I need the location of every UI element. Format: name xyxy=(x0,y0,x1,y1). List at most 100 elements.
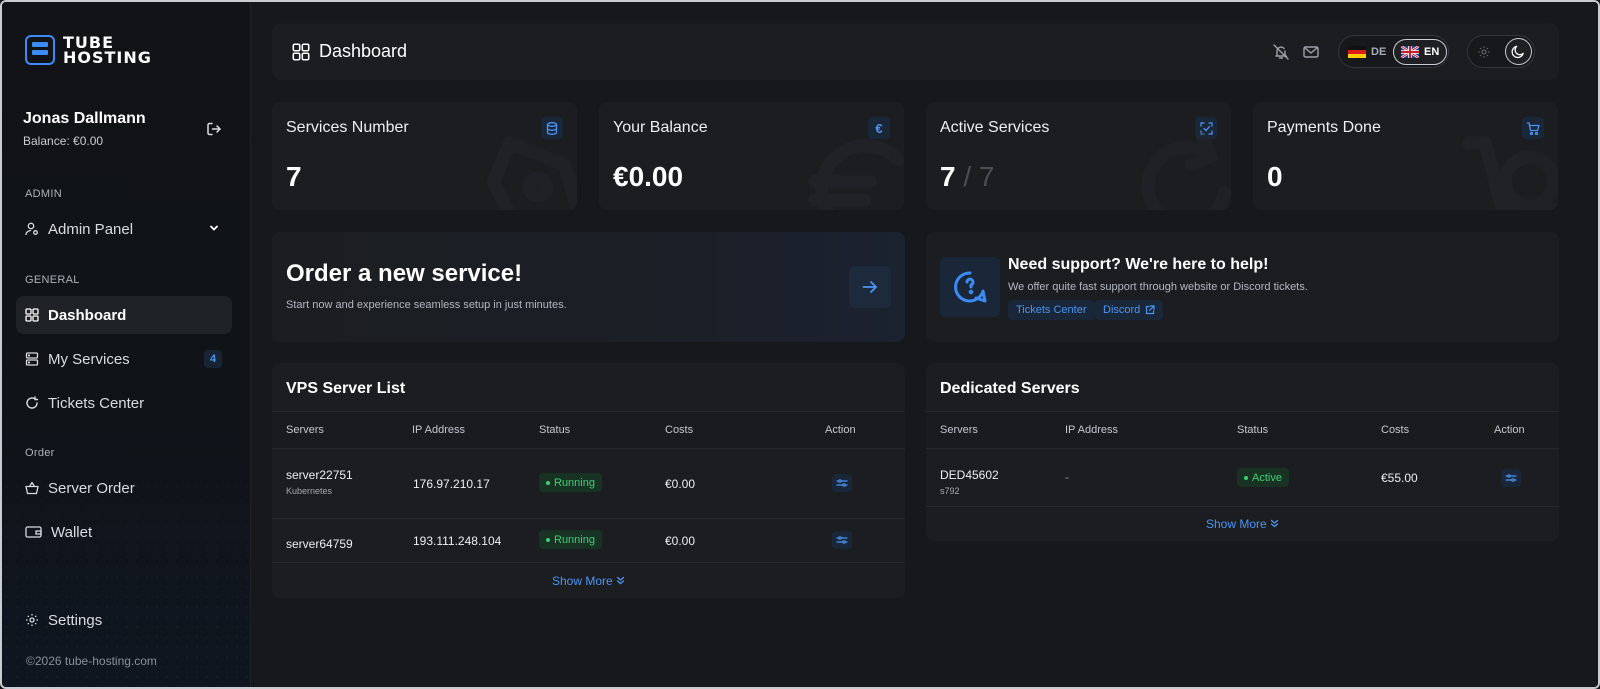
lang-option-en[interactable]: EN xyxy=(1393,39,1448,65)
section-label-admin: ADMIN xyxy=(25,188,62,200)
order-subtitle: Start now and experience seamless setup … xyxy=(286,299,567,311)
external-link-icon xyxy=(1146,305,1155,315)
brand-line-2: HOSTING xyxy=(63,48,152,67)
order-arrow-button[interactable] xyxy=(849,266,891,308)
gear-icon xyxy=(26,614,38,626)
lang-option-de[interactable]: DE xyxy=(1341,39,1393,65)
grid-icon xyxy=(25,308,39,322)
server-ip: 176.97.210.17 xyxy=(413,477,490,491)
server-ip: - xyxy=(1065,470,1069,484)
sidebar-item-server-order[interactable]: Server Order xyxy=(16,469,232,507)
active-count: 7 xyxy=(940,161,956,192)
server-logo-icon xyxy=(25,35,55,65)
cart-watermark-icon xyxy=(1462,136,1558,210)
dedicated-show-more-link[interactable]: Show More xyxy=(926,517,1559,531)
column-header: IP Address xyxy=(412,424,465,436)
server-name: DED45602 xyxy=(940,468,999,482)
sidebar-item-dashboard[interactable]: Dashboard xyxy=(16,296,232,334)
server-cost: €55.00 xyxy=(1381,471,1418,485)
chat-question-icon xyxy=(940,257,1000,317)
server-settings-button[interactable] xyxy=(832,474,852,492)
sidebar-item-label: Settings xyxy=(48,611,103,629)
app-window: TUBE HOSTING Jonas Dallmann Balance: €0.… xyxy=(0,0,1600,689)
column-header: Status xyxy=(539,424,571,436)
column-header: Status xyxy=(1237,424,1269,436)
server-settings-button[interactable] xyxy=(1501,469,1521,487)
refresh-icon xyxy=(26,396,39,409)
status-badge: Running xyxy=(539,473,602,492)
sidebar-item-my-services[interactable]: My Services 4 xyxy=(16,340,232,378)
column-header: Costs xyxy=(665,424,694,436)
column-header: Costs xyxy=(1381,424,1410,436)
status-label: Running xyxy=(554,533,595,546)
dedicated-server-table: Dedicated Servers Servers IP Address Sta… xyxy=(926,363,1559,541)
chevron-down-icon[interactable] xyxy=(209,223,219,233)
table-row[interactable]: DED45602 s792 - Active €55.00 xyxy=(926,449,1559,507)
stat-title: Payments Done xyxy=(1267,119,1381,136)
status-label: Active xyxy=(1252,471,1282,484)
table-header: Servers IP Address Status Costs Action xyxy=(926,411,1559,449)
sliders-icon xyxy=(836,536,848,544)
wallet-icon xyxy=(25,526,42,538)
user-info: Jonas Dallmann Balance: €0.00 xyxy=(23,110,146,148)
chevrons-down-icon xyxy=(616,576,625,585)
status-badge: Active xyxy=(1237,468,1289,487)
section-label-general: GENERAL xyxy=(25,274,80,286)
logout-icon[interactable] xyxy=(206,121,222,137)
server-type: Kubernetes xyxy=(286,486,333,496)
sun-icon xyxy=(1478,46,1490,58)
sidebar-item-tickets-center[interactable]: Tickets Center xyxy=(16,384,232,422)
bell-off-icon[interactable] xyxy=(1272,43,1290,61)
page-title-text: Dashboard xyxy=(319,41,408,61)
vps-server-table: VPS Server List Servers IP Address Statu… xyxy=(272,363,905,598)
theme-toggle-knob xyxy=(1505,38,1532,65)
refresh-watermark-icon xyxy=(1141,132,1231,210)
sidebar-item-label: Wallet xyxy=(51,523,93,541)
stat-card-balance: Your Balance €0.00 € xyxy=(599,102,904,210)
status-dot-icon xyxy=(546,480,550,485)
germany-flag-icon xyxy=(1348,46,1366,58)
brand-logo[interactable]: TUBE HOSTING xyxy=(25,35,152,67)
basket-icon xyxy=(25,481,39,495)
stat-card-services-number: Services Number 7 xyxy=(272,102,577,210)
sidebar-item-settings[interactable]: Settings xyxy=(16,601,232,639)
page-title: Dashboard xyxy=(292,41,407,62)
main-content: Dashboard DE EN Services Number 7 Your B… xyxy=(251,2,1598,687)
chevrons-down-icon xyxy=(1270,519,1279,528)
column-header: Servers xyxy=(940,424,978,436)
sidebar-item-wallet[interactable]: Wallet xyxy=(16,513,232,551)
table-row[interactable]: server22751 Kubernetes 176.97.210.17 Run… xyxy=(272,449,905,519)
server-name: server64759 xyxy=(286,537,353,551)
top-bar: Dashboard DE EN xyxy=(272,23,1559,80)
theme-toggle[interactable] xyxy=(1467,35,1535,68)
sidebar-item-admin-panel[interactable]: Admin Panel xyxy=(16,210,232,248)
server-ip: 193.111.248.104 xyxy=(413,534,502,548)
user-balance: Balance: €0.00 xyxy=(23,134,104,148)
table-header: Servers IP Address Status Costs Action xyxy=(272,411,905,449)
show-more-label: Show More xyxy=(1205,517,1267,531)
discord-button[interactable]: Discord xyxy=(1095,300,1164,320)
order-title: Order a new service! xyxy=(286,260,523,287)
sidebar-item-label: Admin Panel xyxy=(48,220,134,238)
user-settings-icon xyxy=(25,222,38,236)
table-title: Dedicated Servers xyxy=(940,380,1080,397)
sidebar-item-label: My Services xyxy=(48,350,130,368)
table-title: VPS Server List xyxy=(286,380,406,397)
grid-icon xyxy=(292,43,310,60)
server-settings-button[interactable] xyxy=(832,531,852,549)
uk-flag-icon xyxy=(1401,46,1419,58)
user-name: Jonas Dallmann xyxy=(23,110,146,127)
euro-watermark-icon xyxy=(808,139,904,210)
sidebar-item-label: Server Order xyxy=(48,479,135,497)
tickets-center-label: Tickets Center xyxy=(1016,304,1087,316)
mail-icon[interactable] xyxy=(1302,43,1320,61)
vps-show-more-link[interactable]: Show More xyxy=(272,574,905,588)
column-header: Action xyxy=(1494,424,1525,436)
tickets-center-button[interactable]: Tickets Center xyxy=(1008,300,1095,320)
stat-title: Your Balance xyxy=(613,119,708,136)
stat-title: Active Services xyxy=(940,119,1050,136)
stat-card-payments-done: Payments Done 0 xyxy=(1253,102,1558,210)
order-service-card[interactable]: Order a new service! Start now and exper… xyxy=(272,232,905,342)
table-row[interactable]: server64759 193.111.248.104 Running €0.0… xyxy=(272,519,905,563)
support-subtitle: We offer quite fast support through webs… xyxy=(1008,281,1308,293)
